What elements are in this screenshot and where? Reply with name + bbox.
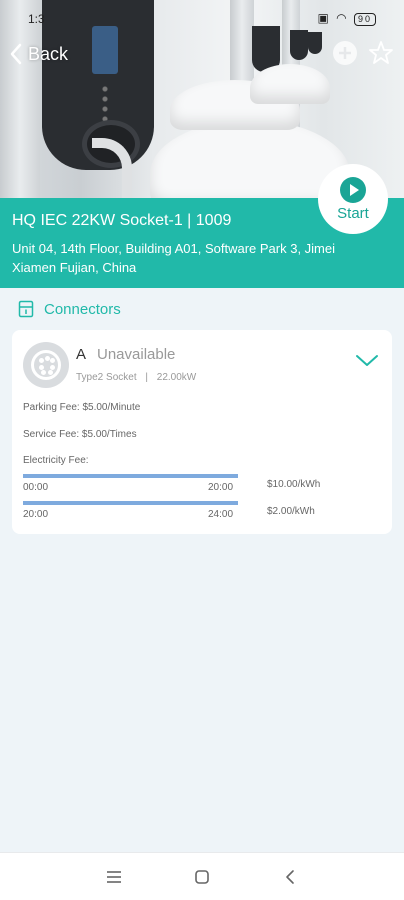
nav-back-icon[interactable] bbox=[280, 867, 300, 887]
connector-card[interactable]: A Unavailable Type2 Socket | 22.00kW Par… bbox=[12, 330, 392, 534]
connector-name: A bbox=[76, 346, 87, 363]
tariff-start: 00:00 bbox=[23, 482, 49, 493]
type2-plug-icon bbox=[23, 342, 69, 388]
tariff-bar bbox=[23, 501, 238, 505]
tariff-end: 20:00 bbox=[208, 482, 234, 493]
tariff-price: $2.00/kWh bbox=[267, 506, 315, 517]
signal-icon: ▣ bbox=[317, 11, 331, 25]
connectors-header: Connectors bbox=[18, 300, 121, 318]
star-icon[interactable] bbox=[368, 40, 394, 66]
meta-separator: | bbox=[145, 372, 148, 383]
back-button[interactable]: Back bbox=[10, 40, 68, 68]
tariff-end: 24:00 bbox=[208, 509, 234, 520]
wifi-icon: ◠ bbox=[336, 11, 349, 25]
start-label: Start bbox=[337, 204, 369, 222]
connector-icon bbox=[18, 300, 34, 318]
connectors-title: Connectors bbox=[44, 300, 121, 318]
socket-type: Type2 Socket bbox=[76, 372, 137, 383]
start-button[interactable]: Start bbox=[318, 164, 388, 234]
station-title: HQ IEC 22KW Socket-1 | 1009 bbox=[12, 212, 232, 229]
station-address: Unit 04, 14th Floor, Building A01, Softw… bbox=[12, 241, 336, 275]
chevron-down-icon[interactable] bbox=[354, 352, 380, 368]
chevron-left-icon bbox=[10, 43, 22, 65]
battery-icon: 90 bbox=[353, 13, 376, 26]
connector-power: 22.00kW bbox=[156, 372, 197, 383]
add-circle-icon[interactable] bbox=[332, 40, 358, 66]
status-time: 1:3 bbox=[28, 12, 45, 26]
connector-meta: Type2 Socket | 22.00kW bbox=[76, 372, 196, 383]
system-nav-bar bbox=[0, 852, 404, 900]
menu-icon[interactable] bbox=[104, 867, 124, 887]
electricity-fee-label: Electricity Fee: bbox=[23, 455, 89, 466]
service-fee: Service Fee: $5.00/Times bbox=[23, 429, 137, 440]
tariff-bar bbox=[23, 474, 238, 478]
play-icon bbox=[340, 176, 366, 203]
status-icons: ▣ ◠ 90 bbox=[317, 11, 376, 26]
connector-status: Unavailable bbox=[97, 346, 176, 363]
tariff-start: 20:00 bbox=[23, 509, 49, 520]
tariff-price: $10.00/kWh bbox=[267, 479, 321, 490]
home-square-icon[interactable] bbox=[192, 867, 212, 887]
status-bar: 1:3 ▣ ◠ 90 bbox=[0, 10, 404, 30]
parking-fee: Parking Fee: $5.00/Minute bbox=[23, 402, 141, 413]
back-label: Back bbox=[28, 43, 69, 64]
